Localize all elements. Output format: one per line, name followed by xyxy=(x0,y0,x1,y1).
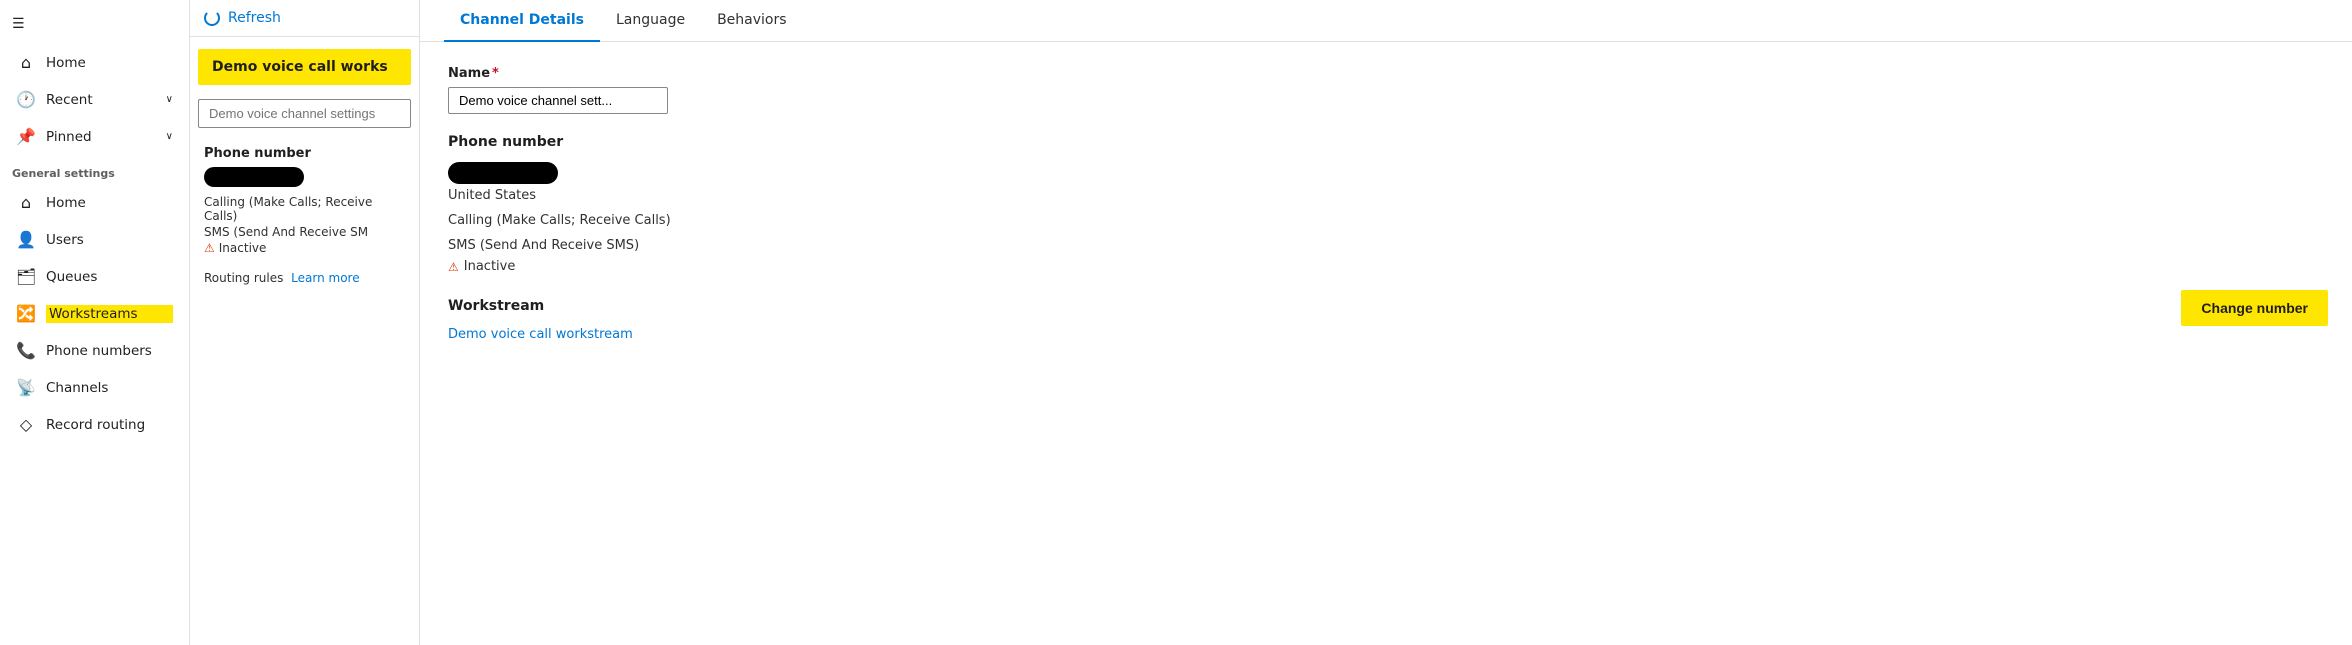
sidebar-item-label: Record routing xyxy=(46,417,173,433)
phone-sms: SMS (Send And Receive SMS) xyxy=(448,238,2324,253)
detail-panel: Channel Details Language Behaviors Name*… xyxy=(420,0,2352,645)
tab-channel-details[interactable]: Channel Details xyxy=(444,0,600,42)
sidebar-item-home-top[interactable]: ⌂ Home xyxy=(4,45,185,80)
channel-settings-input[interactable] xyxy=(198,99,411,128)
sidebar-item-pinned[interactable]: 📌 Pinned ∨ xyxy=(4,119,185,154)
chevron-down-icon: ∨ xyxy=(166,94,173,105)
home-icon: ⌂ xyxy=(16,53,36,72)
sidebar-item-label: Workstreams xyxy=(46,305,173,323)
sidebar-item-label: Home xyxy=(46,55,173,71)
middle-content: Demo voice call works Phone number Calli… xyxy=(190,37,419,645)
detail-inactive: ⚠ Inactive xyxy=(448,259,2324,274)
sidebar-item-queues[interactable]: 🗂 Queues xyxy=(4,259,185,294)
tab-language[interactable]: Language xyxy=(600,0,701,42)
change-number-button[interactable]: Change number xyxy=(2181,290,2328,326)
sidebar-item-label: Channels xyxy=(46,380,173,396)
phone-section-label: Phone number xyxy=(204,146,405,161)
routing-rules: Routing rules Learn more xyxy=(190,263,419,293)
sidebar-item-label: Users xyxy=(46,232,173,248)
sidebar-item-label: Phone numbers xyxy=(46,343,173,359)
home-icon: ⌂ xyxy=(16,193,36,212)
pin-icon: 📌 xyxy=(16,127,36,146)
phone-number-redacted xyxy=(448,162,558,184)
sidebar-item-record-routing[interactable]: ◇ Record routing xyxy=(4,407,185,442)
sidebar-item-label: Recent xyxy=(46,92,156,108)
inactive-badge: ⚠ Inactive xyxy=(204,241,405,255)
demo-voice-banner: Demo voice call works xyxy=(198,49,411,85)
sidebar-section-header: General settings xyxy=(0,155,189,184)
sidebar-item-label: Home xyxy=(46,195,173,211)
queues-icon: 🗂 xyxy=(16,267,36,286)
workstreams-icon: 🔀 xyxy=(16,304,36,323)
required-indicator: * xyxy=(492,66,499,81)
middle-panel: Refresh Demo voice call works Phone numb… xyxy=(190,0,420,645)
inactive-label: Inactive xyxy=(464,259,516,274)
warning-icon: ⚠ xyxy=(204,241,215,255)
channels-icon: 📡 xyxy=(16,378,36,397)
phone-icon: 📞 xyxy=(16,341,36,360)
sidebar-item-recent[interactable]: 🕐 Recent ∨ xyxy=(4,82,185,117)
sidebar-item-home-settings[interactable]: ⌂ Home xyxy=(4,185,185,220)
refresh-icon xyxy=(204,10,220,26)
sidebar-item-channels[interactable]: 📡 Channels xyxy=(4,370,185,405)
hamburger-icon: ☰ xyxy=(12,16,25,32)
hamburger-menu[interactable]: ☰ xyxy=(0,8,189,44)
phone-country: United States xyxy=(448,188,2324,203)
phone-number-display: United States Calling (Make Calls; Recei… xyxy=(448,162,2324,274)
name-field-label: Name* xyxy=(448,66,2324,81)
phone-sms-meta: SMS (Send And Receive SM xyxy=(204,225,405,239)
inactive-label: Inactive xyxy=(219,241,267,255)
phone-calling: Calling (Make Calls; Receive Calls) xyxy=(448,213,2324,228)
chevron-down-icon: ∨ xyxy=(166,131,173,142)
detail-tabs: Channel Details Language Behaviors xyxy=(420,0,2352,42)
phone-number-section-title: Phone number xyxy=(448,134,2324,150)
phone-redacted-number xyxy=(204,167,304,187)
sidebar-item-users[interactable]: 👤 Users xyxy=(4,222,185,257)
learn-more-link[interactable]: Learn more xyxy=(291,271,359,285)
workstream-section-title: Workstream xyxy=(448,298,2324,314)
name-input[interactable] xyxy=(448,87,668,114)
workstream-link[interactable]: Demo voice call workstream xyxy=(448,327,633,342)
warning-icon: ⚠ xyxy=(448,260,459,274)
sidebar: ☰ ⌂ Home 🕐 Recent ∨ 📌 Pinned ∨ General s… xyxy=(0,0,190,645)
sidebar-item-phone-numbers[interactable]: 📞 Phone numbers xyxy=(4,333,185,368)
phone-section: Phone number Calling (Make Calls; Receiv… xyxy=(190,138,419,263)
detail-body: Name* Phone number United States Calling… xyxy=(420,42,2352,645)
record-routing-icon: ◇ xyxy=(16,415,36,434)
sidebar-item-label: Pinned xyxy=(46,129,156,145)
toolbar: Refresh xyxy=(190,0,419,37)
users-icon: 👤 xyxy=(16,230,36,249)
sidebar-item-workstreams[interactable]: 🔀 Workstreams xyxy=(4,296,185,331)
sidebar-item-label: Queues xyxy=(46,269,173,285)
phone-calling-meta: Calling (Make Calls; Receive Calls) xyxy=(204,195,405,223)
routing-rules-prefix: Routing rules xyxy=(204,271,283,285)
refresh-label[interactable]: Refresh xyxy=(228,10,281,26)
tab-behaviors[interactable]: Behaviors xyxy=(701,0,802,42)
recent-icon: 🕐 xyxy=(16,90,36,109)
workstream-section: Workstream Demo voice call workstream xyxy=(448,298,2324,342)
